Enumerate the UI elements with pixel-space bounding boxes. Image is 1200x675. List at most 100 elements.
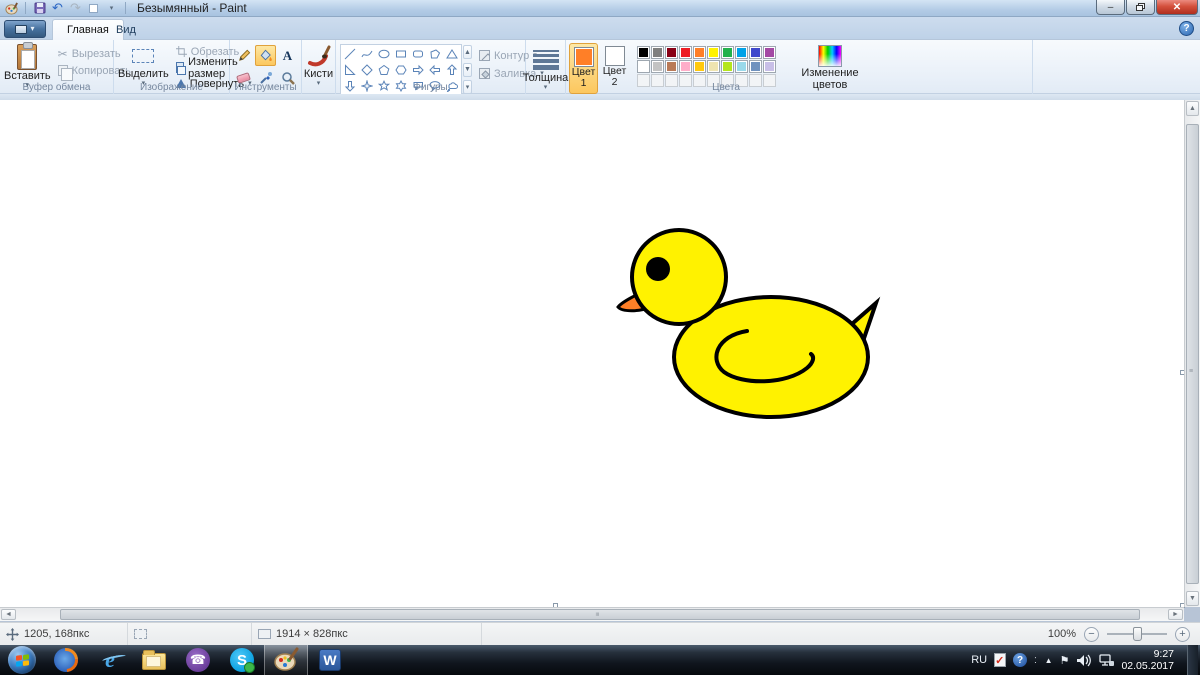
tab-view[interactable]: Вид xyxy=(102,19,150,40)
outline-label: Контур xyxy=(494,50,529,62)
taskbar-paint-button[interactable] xyxy=(264,645,308,675)
paint-menu-button[interactable]: ▾ xyxy=(4,20,46,38)
duck-eye xyxy=(646,257,670,281)
palette-swatch-0-7[interactable] xyxy=(735,46,748,59)
taskbar-viber-button[interactable]: ☎ xyxy=(176,645,220,675)
skype-icon: S xyxy=(230,648,254,672)
shape-arrow-left[interactable] xyxy=(427,62,443,77)
palette-swatch-1-7[interactable] xyxy=(735,60,748,73)
zoom-out-button[interactable]: − xyxy=(1084,627,1099,642)
palette-swatch-0-4[interactable] xyxy=(693,46,706,59)
color1-number: 1 xyxy=(581,78,587,89)
shapes-scroll-down-button[interactable]: ▼ xyxy=(463,63,472,77)
duck-drawing xyxy=(0,100,1184,607)
shape-rounded-rectangle[interactable] xyxy=(410,46,426,61)
palette-swatch-0-2[interactable] xyxy=(665,46,678,59)
palette-swatch-0-8[interactable] xyxy=(749,46,762,59)
clock[interactable]: 9:27 02.05.2017 xyxy=(1121,648,1180,672)
shapes-scroll-up-button[interactable]: ▲ xyxy=(463,45,472,59)
quick-access-toolbar: ↶ ↷ ▾ xyxy=(0,1,129,15)
shape-ellipse[interactable] xyxy=(376,46,392,61)
color1-button[interactable]: Цвет 1 xyxy=(569,43,598,94)
help-button[interactable]: ? xyxy=(1179,21,1194,36)
restore-button[interactable] xyxy=(1126,0,1155,15)
thickness-button[interactable]: Толщина ▾ xyxy=(526,42,565,91)
network-icon[interactable] xyxy=(1098,654,1114,667)
palette-swatch-0-0[interactable] xyxy=(637,46,650,59)
shape-arrow-right[interactable] xyxy=(410,62,426,77)
palette-swatch-1-9[interactable] xyxy=(763,60,776,73)
palette-swatch-0-6[interactable] xyxy=(721,46,734,59)
shape-right-triangle[interactable] xyxy=(342,62,358,77)
palette-swatch-1-5[interactable] xyxy=(707,60,720,73)
shape-hexagon[interactable] xyxy=(393,62,409,77)
taskbar-explorer-button[interactable] xyxy=(132,645,176,675)
fill-tool-button[interactable] xyxy=(255,45,276,66)
text-tool-button[interactable]: A xyxy=(277,45,298,66)
palette-swatch-1-6[interactable] xyxy=(721,60,734,73)
qat-extra-button[interactable] xyxy=(86,1,101,15)
document-check-tray-icon[interactable] xyxy=(994,653,1006,667)
shape-rectangle[interactable] xyxy=(393,46,409,61)
copy-icon xyxy=(58,65,68,76)
minimize-button[interactable]: – xyxy=(1096,0,1125,15)
horizontal-scrollbar[interactable]: ◄ ≡ ► xyxy=(0,607,1184,621)
selection-size-icon xyxy=(134,629,147,639)
misc-tray-icon[interactable]: ⁚ xyxy=(1034,656,1038,665)
folder-icon xyxy=(142,653,166,670)
scroll-up-button[interactable]: ▲ xyxy=(1186,101,1199,116)
undo-button[interactable]: ↶ xyxy=(50,1,65,15)
palette-swatch-0-1[interactable] xyxy=(651,46,664,59)
show-desktop-button[interactable] xyxy=(1187,645,1198,675)
question-mark-tray-icon[interactable]: ? xyxy=(1013,653,1027,667)
palette-swatch-1-8[interactable] xyxy=(749,60,762,73)
qat-customize-dropdown[interactable]: ▾ xyxy=(104,1,119,15)
scroll-right-button[interactable]: ► xyxy=(1168,609,1183,620)
vertical-scroll-thumb[interactable] xyxy=(1186,124,1199,584)
palette-swatch-0-3[interactable] xyxy=(679,46,692,59)
pencil-tool-button[interactable] xyxy=(233,45,254,66)
redo-button[interactable]: ↷ xyxy=(68,1,83,15)
scroll-down-button[interactable]: ▼ xyxy=(1186,591,1199,606)
save-button[interactable] xyxy=(32,1,47,15)
shape-line[interactable] xyxy=(342,46,358,61)
zoom-slider-thumb[interactable] xyxy=(1133,627,1142,641)
palette-swatch-0-9[interactable] xyxy=(763,46,776,59)
palette-swatch-1-4[interactable] xyxy=(693,60,706,73)
show-hidden-icons-button[interactable]: ▲ xyxy=(1045,656,1053,665)
vertical-scrollbar[interactable]: ▲ ≡ ▼ xyxy=(1184,100,1200,607)
group-brushes: Кисти ▾ xyxy=(302,40,336,94)
palette-swatch-1-1[interactable] xyxy=(651,60,664,73)
palette-swatch-0-5[interactable] xyxy=(707,46,720,59)
group-label-tools: Инструменты xyxy=(230,82,301,93)
taskbar-internet-explorer-button[interactable]: e xyxy=(88,645,132,675)
zoom-slider[interactable] xyxy=(1107,633,1167,635)
palette-swatch-1-2[interactable] xyxy=(665,60,678,73)
start-button[interactable] xyxy=(0,645,44,675)
brush-icon xyxy=(307,44,331,68)
language-indicator[interactable]: RU xyxy=(971,654,987,666)
shape-curve[interactable] xyxy=(359,46,375,61)
taskbar-skype-button[interactable]: S xyxy=(220,645,264,675)
zoom-in-button[interactable]: + xyxy=(1175,627,1190,642)
volume-icon[interactable] xyxy=(1076,654,1091,667)
taskbar-word-button[interactable]: W xyxy=(308,645,352,675)
taskbar-firefox-button[interactable] xyxy=(44,645,88,675)
palette-swatch-1-3[interactable] xyxy=(679,60,692,73)
action-center-flag-icon[interactable]: ⚑ xyxy=(1060,654,1070,667)
windows-start-icon xyxy=(8,646,36,674)
shape-diamond[interactable] xyxy=(359,62,375,77)
drawing-canvas[interactable] xyxy=(0,100,1184,607)
brushes-button[interactable]: Кисти ▾ xyxy=(302,42,335,87)
shape-pentagon[interactable] xyxy=(376,62,392,77)
palette-swatch-1-0[interactable] xyxy=(637,60,650,73)
shape-polygon[interactable] xyxy=(427,46,443,61)
tray-time: 9:27 xyxy=(1121,648,1174,660)
rainbow-icon xyxy=(818,45,842,67)
scroll-left-button[interactable]: ◄ xyxy=(1,609,16,620)
shape-triangle[interactable] xyxy=(444,46,460,61)
close-button[interactable]: ✕ xyxy=(1156,0,1198,15)
shape-arrow-up[interactable] xyxy=(444,62,460,77)
color2-button[interactable]: Цвет 2 xyxy=(600,43,629,94)
scissors-icon: ✂ xyxy=(58,47,68,61)
